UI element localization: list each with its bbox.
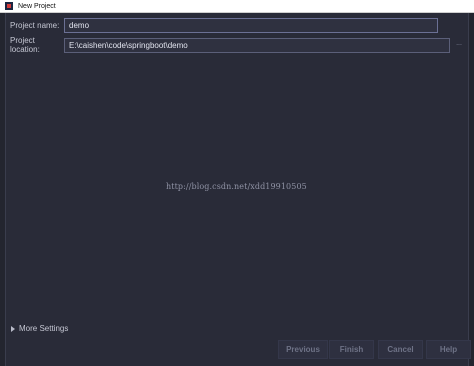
more-settings-toggle[interactable]: More Settings — [11, 324, 68, 333]
watermark-text: http://blog.csdn.net/xdd19910505 — [166, 182, 307, 191]
app-icon — [5, 2, 13, 10]
browse-button[interactable]: ... — [454, 38, 464, 49]
title-bar[interactable]: New Project — [0, 0, 474, 13]
project-location-row: Project location: E:\caishen\code\spring… — [10, 36, 450, 54]
window-right-edge — [469, 13, 474, 366]
finish-button[interactable]: Finish — [329, 340, 374, 359]
window-title: New Project — [18, 2, 56, 10]
previous-button[interactable]: Previous — [278, 340, 328, 359]
help-button[interactable]: Help — [426, 340, 471, 359]
cancel-button[interactable]: Cancel — [378, 340, 423, 359]
more-settings-label: More Settings — [19, 324, 69, 333]
expand-arrow-icon — [11, 325, 15, 332]
project-location-input[interactable]: E:\caishen\code\springboot\demo — [64, 37, 450, 53]
project-name-row: Project name: demo — [10, 18, 438, 33]
new-project-dialog: Project name: demo Project location: E:\… — [5, 13, 471, 366]
project-name-label: Project name: — [10, 21, 60, 30]
project-location-label: Project location: — [10, 36, 40, 54]
project-name-input[interactable]: demo — [64, 18, 438, 33]
